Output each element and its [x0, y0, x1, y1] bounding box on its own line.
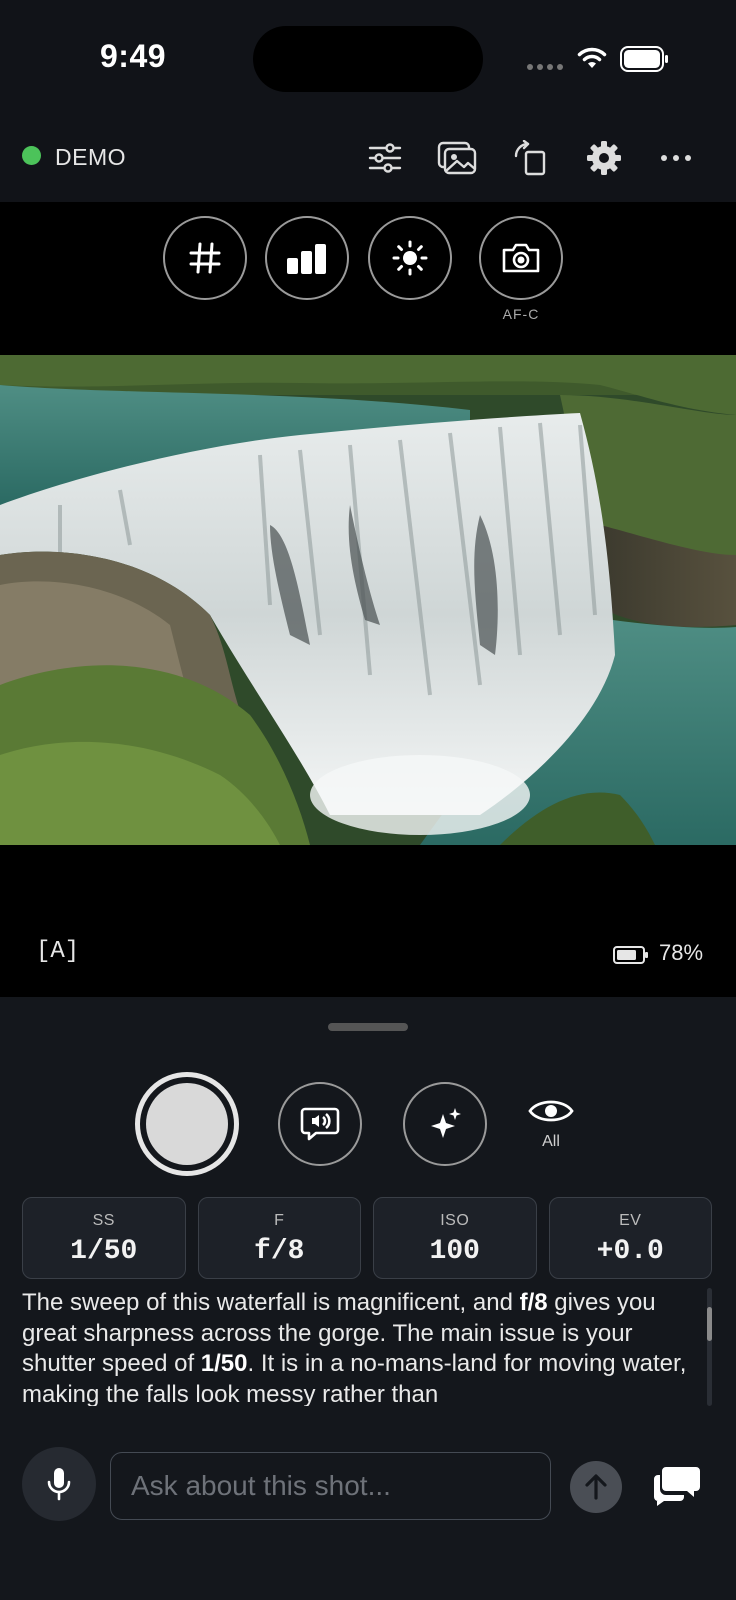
sheet-grabber[interactable]	[328, 1023, 408, 1031]
feedback-highlight: 1/50	[200, 1350, 248, 1377]
connection-status-dot	[22, 146, 41, 165]
quick-tools-bar: AF-C	[0, 202, 736, 355]
gear-icon[interactable]	[582, 136, 626, 180]
param-label: F	[274, 1212, 285, 1229]
send-button[interactable]	[570, 1461, 622, 1513]
connection-label: DEMO	[55, 144, 126, 170]
cellular-signal-icon	[527, 64, 563, 70]
voice-feedback-button[interactable]	[278, 1082, 362, 1166]
sparkles-icon	[431, 1108, 461, 1138]
ai-feedback-text: The sweep of this waterfall is magnifice…	[22, 1288, 692, 1406]
grid-icon	[189, 242, 221, 274]
feedback-scrollbar[interactable]	[707, 1307, 712, 1341]
feedback-scroll-track[interactable]	[707, 1288, 712, 1406]
chat-history-icon[interactable]	[652, 1463, 702, 1507]
histogram-icon	[287, 244, 326, 274]
feedback-text: The sweep of this waterfall is magnifice…	[22, 1289, 520, 1316]
exposure-params: SS 1/50 F f/8 ISO 100 EV +0.0	[22, 1197, 712, 1279]
more-icon[interactable]	[654, 136, 698, 180]
focus-icon	[502, 243, 540, 273]
shutter-button[interactable]	[135, 1072, 239, 1176]
rotate-icon[interactable]	[508, 136, 552, 180]
feedback-highlight: f/8	[519, 1289, 548, 1316]
battery-icon	[620, 46, 668, 72]
exposure-toggle-button[interactable]	[368, 216, 452, 300]
param-label: ISO	[440, 1212, 470, 1229]
microphone-icon	[47, 1468, 71, 1501]
param-value: 100	[429, 1236, 480, 1267]
arrow-up-icon	[585, 1474, 607, 1500]
dynamic-island	[253, 26, 483, 92]
grid-toggle-button[interactable]	[163, 216, 247, 300]
focus-mode-button[interactable]	[479, 216, 563, 300]
eye-icon[interactable]	[528, 1094, 574, 1128]
speaker-bubble-icon	[300, 1107, 340, 1141]
focus-mode-label: AF-C	[502, 306, 540, 322]
param-iso[interactable]: ISO 100	[373, 1197, 537, 1279]
shutter-button-inner	[146, 1083, 228, 1165]
microphone-button[interactable]	[22, 1447, 96, 1521]
gallery-icon[interactable]	[435, 136, 479, 180]
camera-battery-icon	[613, 946, 648, 964]
param-aperture[interactable]: F f/8	[197, 1197, 361, 1279]
ai-assist-button[interactable]	[403, 1082, 487, 1166]
param-value: f/8	[254, 1236, 305, 1267]
clock: 9:49	[100, 38, 167, 74]
param-value: 1/50	[70, 1236, 138, 1267]
param-label: SS	[92, 1212, 115, 1229]
exposure-mode-tag: [A]	[36, 938, 80, 965]
sliders-icon[interactable]	[363, 136, 407, 180]
param-shutter-speed[interactable]: SS 1/50	[22, 1197, 186, 1279]
camera-battery-percent: 78%	[659, 940, 704, 965]
param-exposure-compensation[interactable]: EV +0.0	[548, 1197, 712, 1279]
viewfinder-image[interactable]	[0, 355, 736, 845]
status-bar: 9:49	[0, 0, 736, 120]
param-value: +0.0	[596, 1236, 664, 1267]
ask-input[interactable]	[110, 1452, 551, 1520]
wifi-icon	[577, 47, 607, 68]
histogram-toggle-button[interactable]	[265, 216, 349, 300]
brightness-icon	[392, 240, 428, 276]
visibility-label: All	[542, 1133, 560, 1150]
param-label: EV	[619, 1212, 642, 1229]
control-sheet: All SS 1/50 F f/8 ISO 100 EV +0.0 The sw…	[0, 997, 736, 1600]
top-toolbar: DEMO	[0, 120, 736, 202]
